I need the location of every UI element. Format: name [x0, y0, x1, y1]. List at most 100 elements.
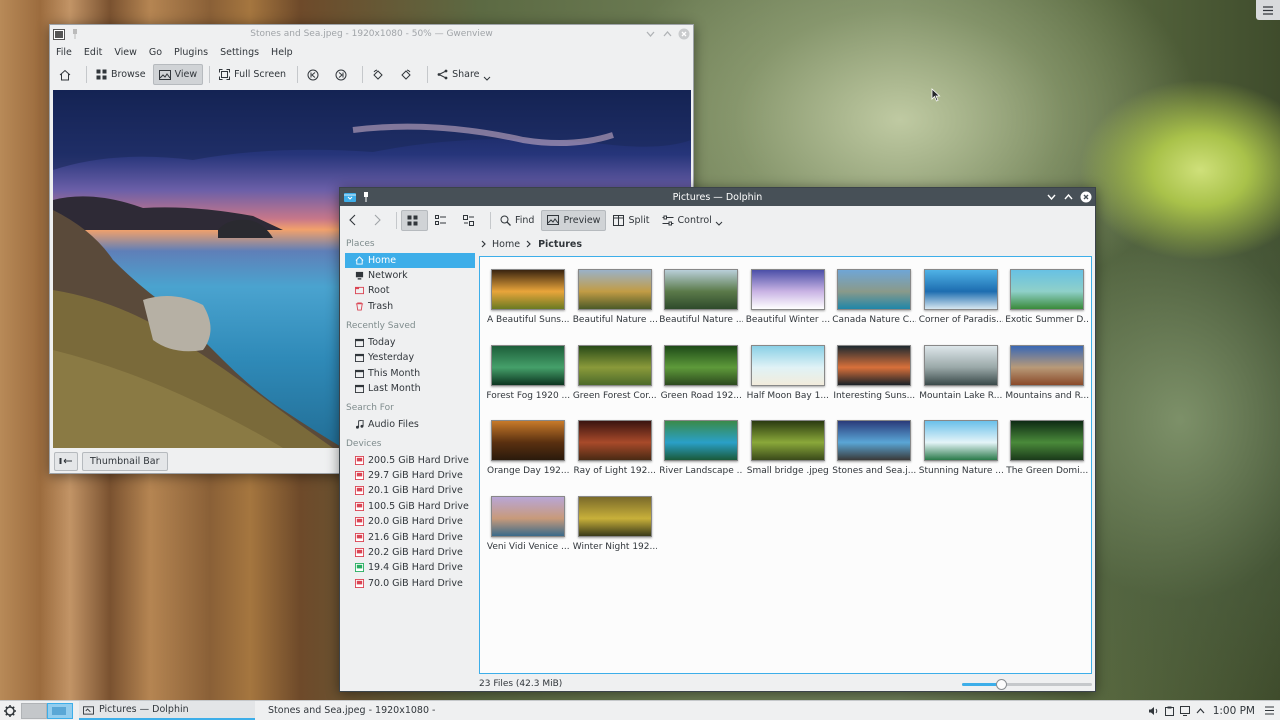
- sidebar-item-device[interactable]: 70.0 GiB Hard Drive: [345, 576, 475, 591]
- clipboard-icon[interactable]: [1164, 706, 1174, 716]
- menu-go[interactable]: Go: [149, 47, 162, 58]
- desktop-toolbox-button[interactable]: [1256, 0, 1280, 20]
- view-button[interactable]: View: [152, 64, 204, 85]
- task-gwenview[interactable]: Stones and Sea.jpeg - 1920x1080 - 5: [259, 701, 435, 720]
- file-name: Exotic Summer D...: [1005, 315, 1090, 325]
- sidebar-item-this-month[interactable]: This Month: [345, 365, 475, 380]
- compact-view-button[interactable]: [430, 210, 456, 231]
- sidebar-item-device[interactable]: 20.1 GiB Hard Drive: [345, 483, 475, 498]
- menu-file[interactable]: File: [56, 47, 72, 58]
- sidebar-item-today[interactable]: Today: [345, 335, 475, 350]
- previous-icon: [307, 69, 319, 80]
- home-button[interactable]: [54, 64, 80, 85]
- details-view-button[interactable]: [458, 210, 484, 231]
- pin-icon[interactable]: [362, 192, 370, 203]
- pin-icon[interactable]: [71, 28, 79, 40]
- file-item[interactable]: Interesting Suns...: [831, 344, 918, 421]
- dolphin-app-icon[interactable]: [344, 192, 356, 203]
- sidebar-item-device[interactable]: 19.4 GiB Hard Drive: [345, 560, 475, 575]
- thumbnail-bar-button[interactable]: Thumbnail Bar: [82, 451, 168, 471]
- close-icon[interactable]: [1080, 191, 1092, 203]
- file-item[interactable]: Beautiful Nature ...: [572, 269, 659, 345]
- toggle-sidebar-button[interactable]: [54, 451, 78, 471]
- file-item[interactable]: Winter Night 192...: [572, 495, 659, 572]
- maximize-chevron-icon[interactable]: [1064, 192, 1073, 203]
- preview-button[interactable]: Preview: [541, 209, 607, 231]
- menu-view[interactable]: View: [114, 47, 137, 58]
- split-button[interactable]: Split: [608, 210, 654, 231]
- gwenview-titlebar[interactable]: Stones and Sea.jpeg - 1920x1080 - 50% — …: [50, 25, 693, 43]
- file-item[interactable]: River Landscape ...: [658, 420, 745, 496]
- close-icon[interactable]: [678, 28, 690, 40]
- sidebar-item-device[interactable]: 20.0 GiB Hard Drive: [345, 514, 475, 529]
- forward-button[interactable]: [368, 210, 390, 231]
- sidebar-item-device[interactable]: 29.7 GiB Hard Drive: [345, 468, 475, 483]
- file-item[interactable]: Veni Vidi Venice ...: [485, 495, 572, 572]
- pager-desktop-2[interactable]: [47, 702, 73, 719]
- dolphin-titlebar[interactable]: Pictures — Dolphin: [340, 188, 1095, 206]
- sidebar-item-yesterday[interactable]: Yesterday: [345, 350, 475, 365]
- minimize-chevron-icon[interactable]: [646, 29, 655, 39]
- sidebar-item-network[interactable]: Network: [345, 268, 475, 283]
- file-item[interactable]: Mountains and R...: [1004, 344, 1091, 421]
- sidebar-item-device[interactable]: 21.6 GiB Hard Drive: [345, 529, 475, 544]
- next-button[interactable]: [330, 64, 356, 85]
- panel-menu-icon[interactable]: [1265, 706, 1274, 715]
- file-item[interactable]: Stunning Nature ...: [918, 420, 1005, 496]
- fullscreen-button[interactable]: Full Screen: [214, 64, 291, 85]
- volume-icon[interactable]: [1148, 706, 1159, 716]
- file-item[interactable]: The Green Domi...: [1004, 420, 1091, 496]
- sidebar-item-trash[interactable]: Trash: [345, 299, 475, 314]
- share-button[interactable]: Share: [432, 64, 499, 85]
- sidebar-item-device[interactable]: 100.5 GiB Hard Drive: [345, 499, 475, 514]
- chevron-up-icon[interactable]: [1196, 707, 1205, 714]
- file-item[interactable]: Half Moon Bay 1...: [745, 344, 832, 421]
- breadcrumb-home[interactable]: Home: [492, 239, 520, 250]
- maximize-chevron-icon[interactable]: [663, 29, 672, 39]
- file-item[interactable]: Small bridge .jpeg: [745, 420, 832, 496]
- file-item[interactable]: Beautiful Winter ...: [745, 269, 832, 345]
- control-button[interactable]: Control: [657, 210, 732, 231]
- clock[interactable]: 1:00 PM: [1213, 705, 1255, 717]
- task-dolphin[interactable]: Pictures — Dolphin: [79, 701, 255, 720]
- file-item[interactable]: Orange Day 192...: [485, 420, 572, 496]
- zoom-slider[interactable]: [962, 678, 1092, 690]
- chevron-right-icon: [526, 240, 531, 248]
- rotate-left-button[interactable]: [367, 64, 393, 85]
- sidebar-item-last-month[interactable]: Last Month: [345, 381, 475, 396]
- file-item[interactable]: Green Forest Cor...: [572, 344, 659, 421]
- file-item[interactable]: A Beautiful Suns...: [485, 269, 572, 345]
- zoom-slider-handle[interactable]: [996, 678, 1007, 690]
- file-item[interactable]: Corner of Paradis...: [918, 269, 1005, 345]
- sidebar-item-audio-files[interactable]: Audio Files: [345, 417, 475, 432]
- menu-plugins[interactable]: Plugins: [174, 47, 208, 58]
- file-view[interactable]: A Beautiful Suns... Beautiful Nature ... B…: [479, 256, 1092, 674]
- sidebar-item-root[interactable]: Root: [345, 283, 475, 298]
- find-button[interactable]: Find: [495, 210, 539, 231]
- file-item[interactable]: Green Road 192...: [658, 344, 745, 421]
- minimize-chevron-icon[interactable]: [1047, 192, 1056, 203]
- file-item[interactable]: Canada Nature C...: [831, 269, 918, 345]
- file-item[interactable]: Exotic Summer D...: [1004, 269, 1091, 345]
- rotate-right-button[interactable]: [395, 64, 421, 85]
- browse-button[interactable]: Browse: [91, 64, 151, 85]
- menu-help[interactable]: Help: [271, 47, 293, 58]
- file-item[interactable]: Stones and Sea.j...: [831, 420, 918, 496]
- icons-view-button[interactable]: [401, 209, 428, 231]
- sidebar-item-device[interactable]: 20.2 GiB Hard Drive: [345, 545, 475, 560]
- menu-settings[interactable]: Settings: [220, 47, 259, 58]
- pager-desktop-1[interactable]: [21, 702, 47, 719]
- breadcrumb-current[interactable]: Pictures: [538, 239, 582, 250]
- back-button[interactable]: [344, 210, 366, 231]
- file-item[interactable]: Mountain Lake R...: [918, 344, 1005, 421]
- file-item[interactable]: Forest Fog 1920 ...: [485, 344, 572, 421]
- application-launcher[interactable]: [0, 701, 20, 720]
- sidebar-item-home[interactable]: Home: [345, 252, 475, 268]
- gwenview-app-icon[interactable]: [53, 28, 65, 40]
- file-item[interactable]: Ray of Light 192...: [572, 420, 659, 496]
- devices-icon[interactable]: [1179, 705, 1190, 716]
- file-item[interactable]: Beautiful Nature ...: [658, 269, 745, 345]
- previous-button[interactable]: [302, 64, 328, 85]
- menu-edit[interactable]: Edit: [84, 47, 102, 58]
- sidebar-item-device[interactable]: 200.5 GiB Hard Drive: [345, 453, 475, 468]
